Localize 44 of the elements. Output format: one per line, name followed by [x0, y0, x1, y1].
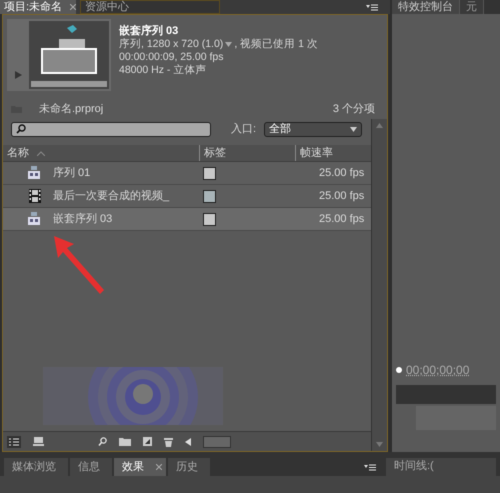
list-row[interactable]: 嵌套序列 03 25.00 fps — [3, 208, 371, 231]
usage-text: , 视频已使用 1 次 — [234, 38, 318, 51]
item-name: 最后一次要合成的视频_ — [53, 188, 170, 204]
close-icon[interactable] — [156, 464, 162, 470]
scroll-left-icon[interactable] — [185, 438, 191, 446]
timecode: 00;00;00;00 — [406, 362, 470, 379]
film-icon — [29, 189, 41, 203]
playhead-icon — [396, 367, 402, 373]
item-name: 序列 01 — [53, 166, 92, 181]
frame-rate: 25.00 fps — [318, 166, 366, 181]
dropdown-icon[interactable] — [350, 126, 358, 132]
entry-label: 入口: — [231, 122, 256, 137]
panel-menu-icon[interactable] — [364, 464, 376, 470]
panel-tab[interactable]: 元 — [460, 0, 484, 14]
sequence-icon — [27, 212, 41, 226]
item-count: 3 个分项 — [332, 102, 375, 117]
panel-tab[interactable]: 特效控制台 — [392, 0, 460, 14]
column-header[interactable]: 名称 — [7, 144, 29, 162]
search-icon[interactable] — [98, 437, 107, 446]
dropdown-icon[interactable] — [225, 42, 232, 47]
search-field[interactable] — [11, 122, 211, 136]
sequence-info: 序列, 1280 x 720 (1.0) — [119, 38, 224, 51]
item-name: 嵌套序列 03 — [53, 212, 114, 227]
folder-icon[interactable] — [119, 437, 131, 446]
frame-rate: 25.00 fps — [318, 188, 366, 204]
sequence-title: 嵌套序列 03 — [119, 25, 180, 38]
list-row[interactable]: 序列 01 25.00 fps — [3, 162, 371, 185]
scroll-thumb[interactable] — [203, 436, 231, 448]
close-icon[interactable] — [70, 4, 76, 10]
trash-icon[interactable] — [164, 436, 173, 446]
project-filename: 未命名.prproj — [39, 102, 104, 117]
new-item-icon[interactable] — [143, 437, 152, 446]
entry-dropdown[interactable]: 全部 — [264, 122, 362, 136]
list-view-icon[interactable] — [7, 436, 21, 448]
sequence-icon — [27, 166, 41, 180]
duration-text: 00:00:00:09, 25.00 fps — [119, 51, 225, 64]
panel-tab[interactable]: 时间线:( — [386, 458, 496, 476]
list-row[interactable]: 最后一次要合成的视频_ 25.00 fps — [3, 185, 371, 208]
panel-menu-icon[interactable] — [366, 4, 378, 11]
column-header[interactable]: 标签 — [199, 144, 295, 162]
search-icon — [16, 124, 26, 134]
audio-text: 48000 Hz - 立体声 — [119, 64, 208, 77]
icon-view-icon[interactable] — [33, 437, 44, 446]
frame-rate: 25.00 fps — [318, 212, 366, 227]
